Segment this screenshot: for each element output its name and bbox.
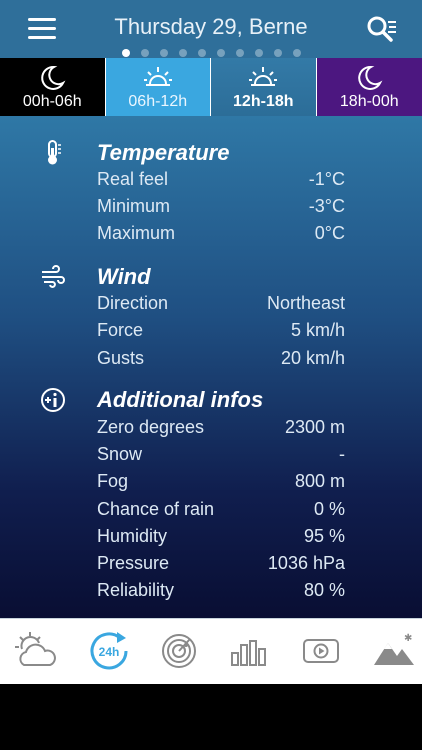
row-value: 20 km/h	[280, 348, 345, 368]
row-value: -3°C	[308, 196, 345, 216]
row-label: Snow	[97, 444, 143, 464]
time-period-tabs: 00h-06h 06h-12h 12h-18h 18h-00h	[0, 58, 422, 116]
row-label: Real feel	[97, 169, 169, 189]
page-title: Thursday 29, Berne	[114, 14, 308, 39]
forecast-details: Temperature Real feel -1°C Minimum -3°C …	[0, 116, 422, 618]
page-dot[interactable]	[121, 49, 130, 57]
menu-line	[28, 36, 56, 39]
tab-label: 18h-00h	[339, 93, 399, 110]
row-label: Force	[97, 320, 144, 340]
row-label: Reliability	[97, 580, 175, 600]
tab-12h-18h[interactable]: 12h-18h	[211, 58, 317, 116]
nav-mountains-button[interactable]: ✱	[371, 629, 417, 673]
weather-sun-cloud-icon	[15, 632, 56, 666]
list-item: Humidity 95 %	[97, 526, 345, 550]
list-item: Chance of rain 0 %	[97, 499, 345, 523]
menu-line	[28, 27, 56, 30]
row-label: Humidity	[97, 526, 168, 546]
list-item: Direction Northeast	[97, 293, 345, 317]
list-item: Real feel -1°C	[97, 169, 345, 193]
list-item: Snow -	[97, 444, 345, 468]
row-value: -	[339, 444, 345, 464]
tab-label: 12h-18h	[233, 93, 294, 110]
sun-icon	[249, 67, 278, 86]
moon-icon	[41, 65, 66, 90]
page-dot[interactable]	[273, 49, 282, 57]
nav-video-button[interactable]	[299, 629, 345, 673]
row-label: Fog	[97, 471, 129, 491]
svg-text:✱: ✱	[404, 633, 412, 644]
row-label: Minimum	[97, 196, 171, 216]
nav-24h-button[interactable]: 24h	[86, 629, 132, 673]
nav-24h-label: 24h	[99, 645, 120, 659]
row-value: Northeast	[266, 293, 345, 313]
page-dot[interactable]	[197, 49, 206, 57]
row-value: 0 %	[313, 499, 345, 519]
radar-icon	[162, 634, 196, 668]
search-list-icon	[367, 16, 396, 42]
page-dot[interactable]	[254, 49, 263, 57]
24h-forecast-icon: 24h	[90, 632, 128, 670]
row-label: Chance of rain	[97, 499, 215, 519]
list-item: Gusts 20 km/h	[97, 348, 345, 372]
row-label: Pressure	[97, 553, 170, 573]
tab-18h-00h[interactable]: 18h-00h	[316, 58, 422, 116]
row-value: 95 %	[303, 526, 345, 546]
row-label: Gusts	[97, 348, 145, 368]
row-value: 800 m	[294, 471, 345, 491]
tab-06h-12h[interactable]: 06h-12h	[105, 58, 211, 116]
thermometer-icon	[48, 140, 61, 165]
list-item: Pressure 1036 hPa	[97, 553, 345, 577]
page-dot[interactable]	[216, 49, 225, 57]
page-indicator	[0, 44, 422, 57]
sun-icon	[143, 67, 172, 86]
list-item: Force 5 km/h	[97, 320, 345, 344]
top-bar: Thursday 29, Berne	[0, 0, 422, 58]
section-title: Wind	[97, 264, 151, 289]
tab-00h-06h[interactable]: 00h-06h	[0, 58, 106, 116]
row-label: Direction	[97, 293, 169, 313]
tab-label: 00h-06h	[22, 93, 82, 110]
wind-icon	[42, 265, 65, 288]
bottom-nav: 24h ✱	[0, 618, 422, 684]
moon-icon	[358, 65, 383, 90]
menu-button[interactable]	[28, 18, 56, 40]
row-value: 80 %	[303, 580, 345, 600]
menu-line	[28, 18, 56, 21]
page-dot[interactable]	[178, 49, 187, 57]
row-value: 5 km/h	[290, 320, 345, 340]
row-value: 2300 m	[284, 417, 345, 437]
list-item: Zero degrees 2300 m	[97, 417, 345, 441]
page-dot[interactable]	[159, 49, 168, 57]
section-title: Temperature	[97, 140, 230, 165]
location-search-button[interactable]	[364, 14, 398, 44]
bar-chart-icon	[231, 640, 266, 666]
row-label: Maximum	[97, 223, 176, 243]
list-item: Minimum -3°C	[97, 196, 345, 220]
info-plus-icon	[41, 388, 65, 412]
bottom-black-area	[0, 684, 422, 750]
nav-weather-button[interactable]	[12, 629, 58, 673]
list-item: Maximum 0°C	[97, 223, 345, 247]
page-dot[interactable]	[292, 49, 301, 57]
list-item: Fog 800 m	[97, 471, 345, 495]
page-dot[interactable]	[235, 49, 244, 57]
row-label: Zero degrees	[97, 417, 205, 437]
row-value: -1°C	[308, 169, 345, 189]
row-value: 0°C	[314, 223, 345, 243]
row-value: 1036 hPa	[267, 553, 345, 573]
section-title: Additional infos	[97, 387, 264, 412]
page-dot[interactable]	[140, 49, 149, 57]
video-play-icon	[303, 639, 339, 663]
mountain-snow-icon: ✱	[374, 633, 414, 665]
nav-charts-button[interactable]	[227, 629, 273, 673]
tab-label: 06h-12h	[128, 93, 188, 110]
list-item: Reliability 80 %	[97, 580, 345, 604]
nav-radar-button[interactable]	[156, 629, 202, 673]
